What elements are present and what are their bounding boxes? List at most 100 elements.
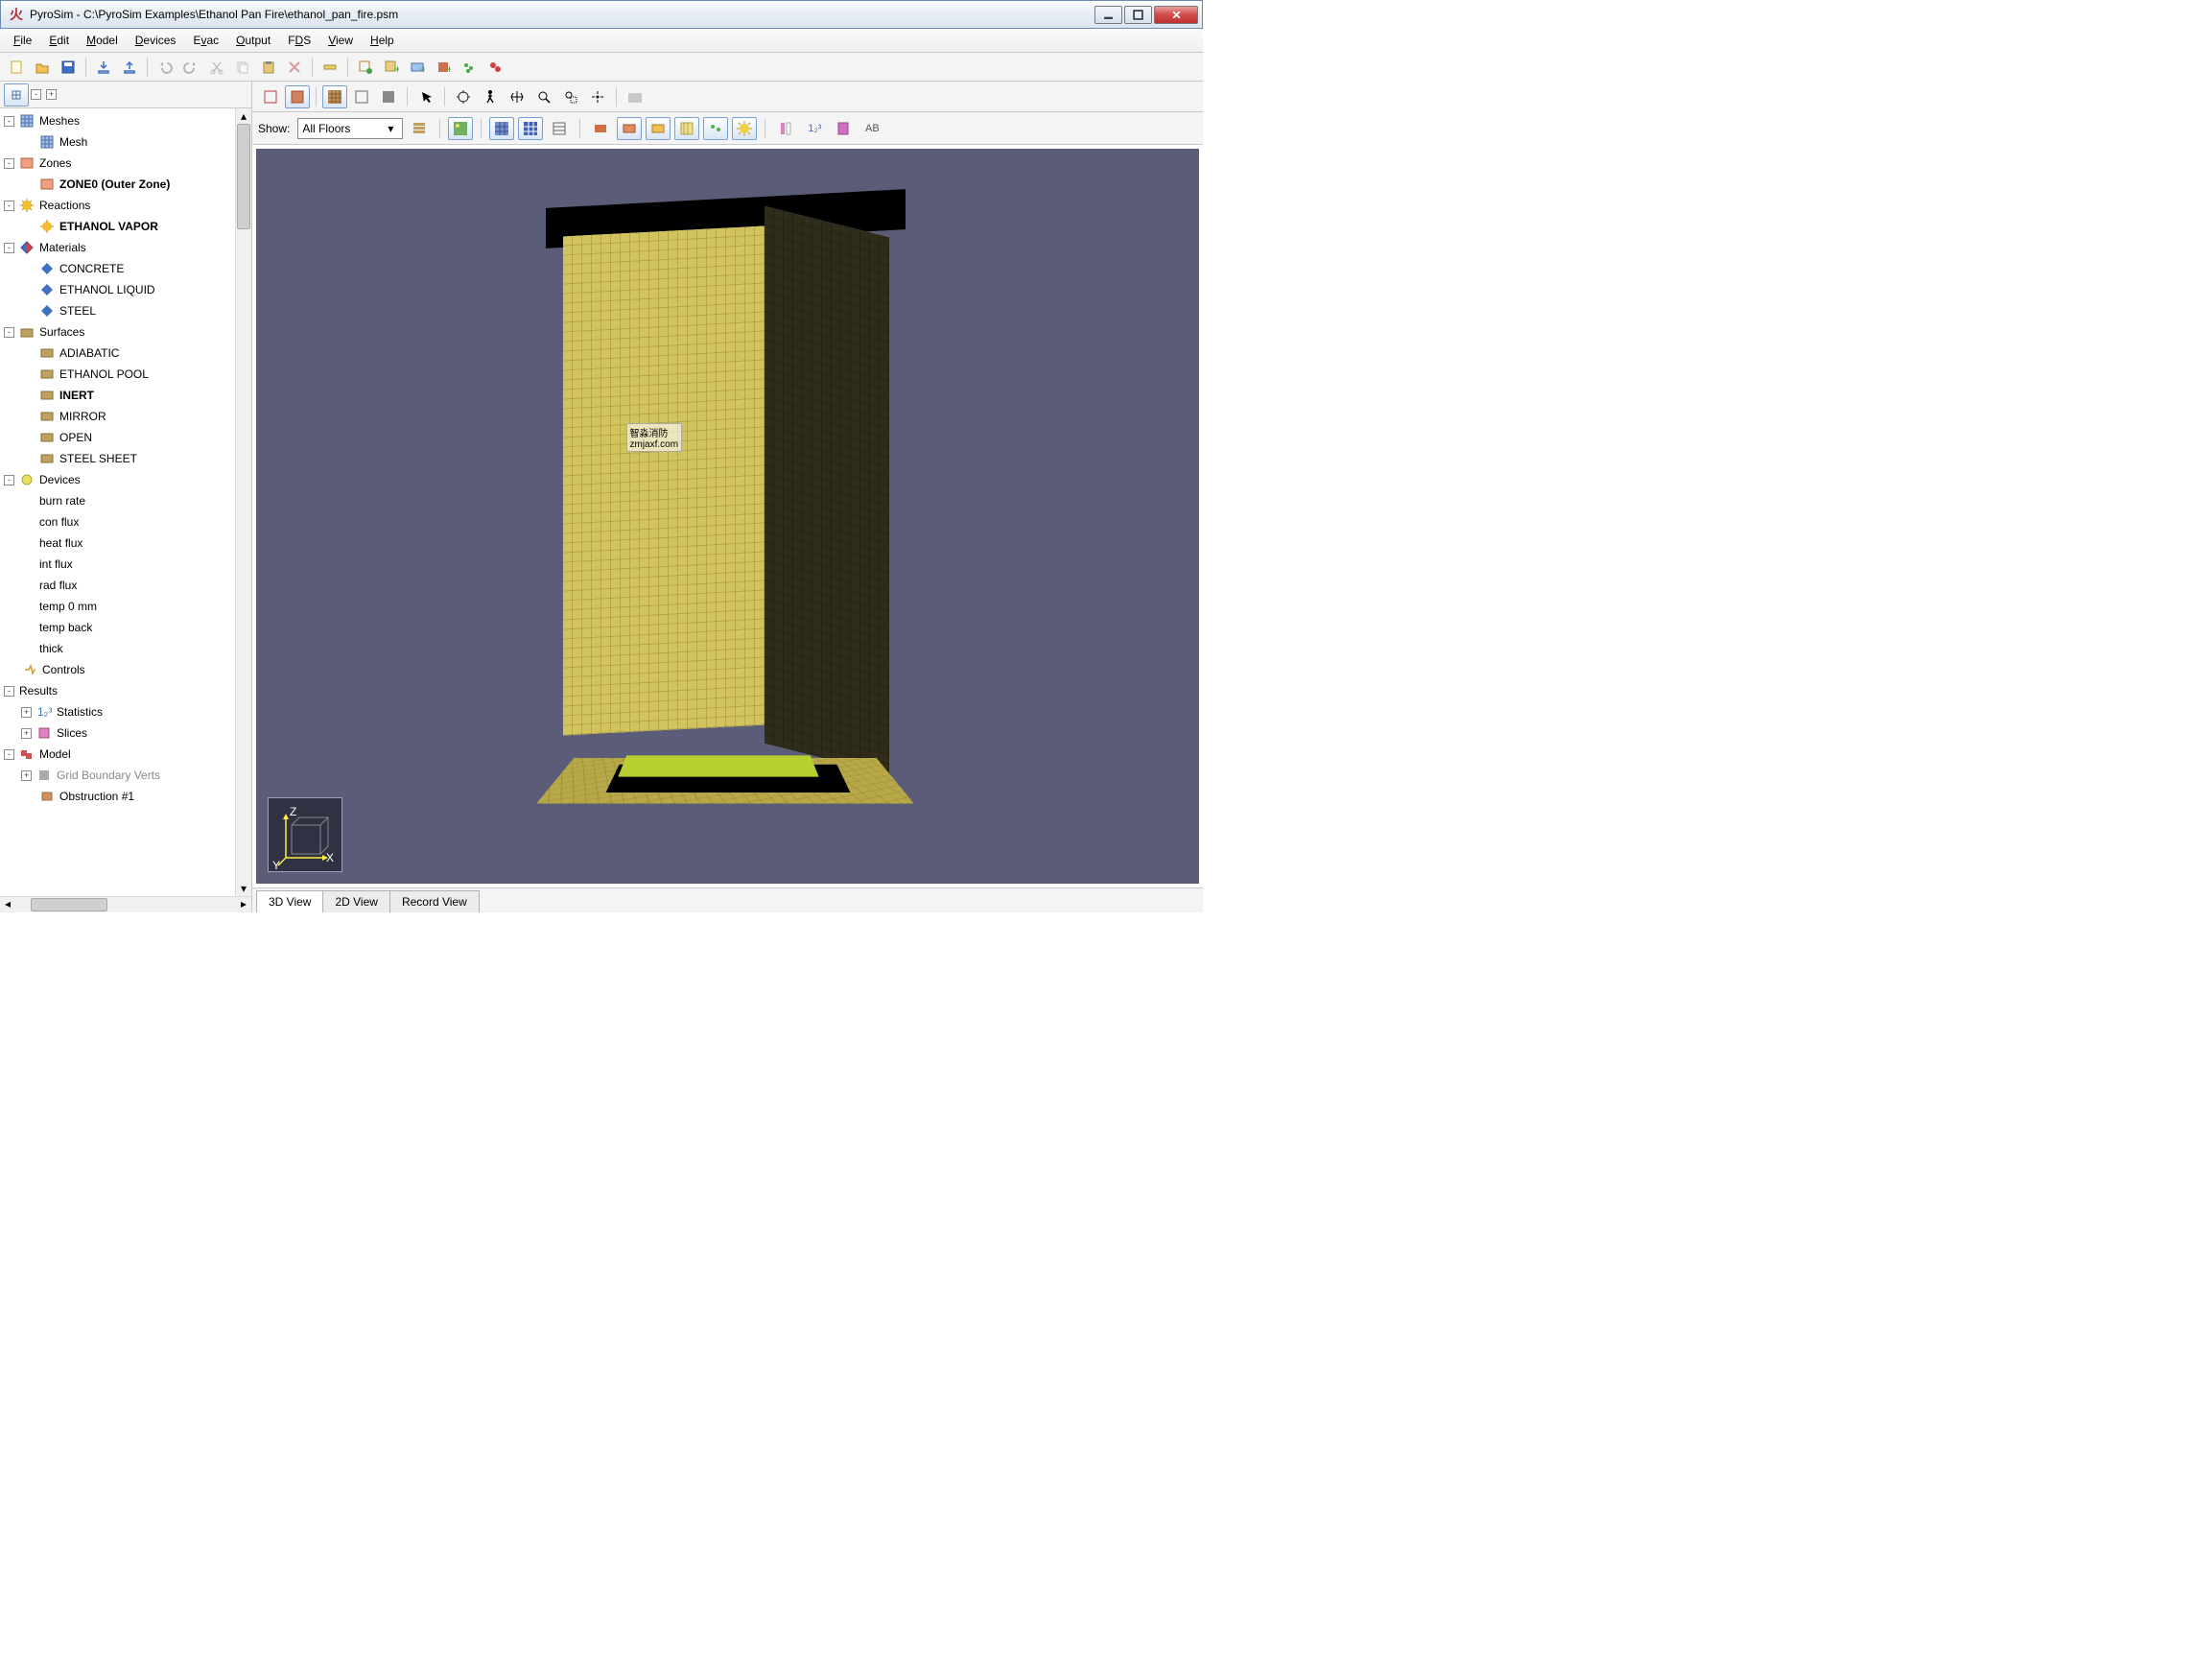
zoom-box-tool-button[interactable] bbox=[558, 85, 583, 108]
grid-toggle-button[interactable] bbox=[322, 85, 347, 108]
show-mesh-grid-button[interactable] bbox=[518, 117, 543, 140]
box-solid-button[interactable] bbox=[376, 85, 401, 108]
show-background-button[interactable] bbox=[448, 117, 473, 140]
close-button[interactable] bbox=[1154, 6, 1198, 24]
tree-label[interactable]: rad flux bbox=[39, 579, 77, 592]
tree-label[interactable]: Slices bbox=[57, 726, 87, 740]
show-labels-button[interactable]: 1₂³ bbox=[802, 117, 827, 140]
menu-help[interactable]: Help bbox=[363, 32, 402, 49]
define-floors-button[interactable] bbox=[407, 117, 432, 140]
import-button[interactable] bbox=[91, 56, 116, 79]
tree-label[interactable]: Model bbox=[39, 747, 71, 761]
tree-label[interactable]: Results bbox=[19, 684, 58, 698]
scroll-thumb[interactable] bbox=[237, 124, 250, 229]
expander-icon[interactable]: - bbox=[4, 686, 14, 697]
horizontal-scrollbar[interactable]: ◂ ▸ bbox=[0, 896, 251, 912]
tree-label[interactable]: Reactions bbox=[39, 199, 90, 212]
tree-label[interactable]: con flux bbox=[39, 515, 79, 529]
expander-icon[interactable]: - bbox=[4, 327, 14, 338]
expander-icon[interactable]: - bbox=[4, 749, 14, 760]
minimize-button[interactable] bbox=[1094, 6, 1122, 24]
menu-output[interactable]: Output bbox=[228, 32, 278, 49]
expander-icon[interactable]: + bbox=[21, 707, 32, 718]
show-meshes-button[interactable] bbox=[489, 117, 514, 140]
open-file-button[interactable] bbox=[30, 56, 55, 79]
new-mesh-button[interactable] bbox=[353, 56, 378, 79]
new-file-button[interactable] bbox=[4, 56, 29, 79]
tab-2d-view[interactable]: 2D View bbox=[322, 890, 389, 912]
navigator-tree[interactable]: -Meshes Mesh -Zones ZONE0 (Outer Zone) -… bbox=[0, 108, 235, 896]
measure-button[interactable] bbox=[318, 56, 342, 79]
new-particle-button[interactable] bbox=[457, 56, 482, 79]
tree-label[interactable]: thick bbox=[39, 642, 63, 655]
tab-3d-view[interactable]: 3D View bbox=[256, 890, 323, 912]
tree-label[interactable]: Meshes bbox=[39, 114, 80, 128]
tree-label[interactable]: heat flux bbox=[39, 536, 82, 550]
expander-icon[interactable]: - bbox=[4, 158, 14, 169]
redo-button[interactable] bbox=[178, 56, 203, 79]
expander-icon[interactable]: - bbox=[4, 243, 14, 253]
axis-widget[interactable]: Z X Y bbox=[268, 797, 342, 872]
menu-edit[interactable]: Edit bbox=[41, 32, 77, 49]
menu-devices[interactable]: Devices bbox=[128, 32, 184, 49]
expand-all-button[interactable]: + bbox=[46, 89, 57, 100]
show-effects-button[interactable] bbox=[732, 117, 757, 140]
tree-label[interactable]: ZONE0 (Outer Zone) bbox=[59, 177, 170, 191]
tree-label[interactable]: INERT bbox=[59, 389, 94, 402]
show-vents-button[interactable] bbox=[646, 117, 671, 140]
tree-label[interactable]: Grid Boundary Verts bbox=[57, 769, 160, 782]
tree-label[interactable]: int flux bbox=[39, 557, 73, 571]
tab-record-view[interactable]: Record View bbox=[389, 890, 480, 912]
new-zone-button[interactable]: + bbox=[379, 56, 404, 79]
delete-button[interactable] bbox=[282, 56, 307, 79]
show-devices-button[interactable] bbox=[703, 117, 728, 140]
menu-evac[interactable]: Evac bbox=[185, 32, 226, 49]
wireframe-mode-button[interactable] bbox=[258, 85, 283, 108]
tree-label[interactable]: STEEL bbox=[59, 304, 96, 318]
tree-label[interactable]: Obstruction #1 bbox=[59, 790, 134, 803]
tree-label[interactable]: Statistics bbox=[57, 705, 103, 719]
tree-label[interactable]: temp back bbox=[39, 621, 92, 634]
orbit-tool-button[interactable] bbox=[451, 85, 476, 108]
tree-label[interactable]: STEEL SHEET bbox=[59, 452, 137, 465]
tree-label[interactable]: temp 0 mm bbox=[39, 600, 97, 613]
show-mesh-outline-button[interactable] bbox=[547, 117, 572, 140]
expander-icon[interactable]: - bbox=[4, 475, 14, 485]
show-vents-outline-button[interactable] bbox=[674, 117, 699, 140]
zoom-tool-button[interactable] bbox=[531, 85, 556, 108]
pan-tool-button[interactable] bbox=[505, 85, 529, 108]
expander-icon[interactable]: + bbox=[21, 728, 32, 739]
cut-button[interactable] bbox=[204, 56, 229, 79]
scroll-up-button[interactable]: ▴ bbox=[236, 108, 251, 124]
expander-icon[interactable]: + bbox=[21, 770, 32, 781]
scroll-thumb-h[interactable] bbox=[31, 898, 107, 911]
menu-view[interactable]: View bbox=[320, 32, 361, 49]
new-surface-button[interactable]: + bbox=[405, 56, 430, 79]
tree-label[interactable]: Surfaces bbox=[39, 325, 84, 339]
menu-model[interactable]: Model bbox=[79, 32, 126, 49]
show-obstructions-button[interactable] bbox=[588, 117, 613, 140]
undo-button[interactable] bbox=[153, 56, 177, 79]
snapshot-button[interactable] bbox=[623, 85, 647, 108]
tree-label[interactable]: OPEN bbox=[59, 431, 92, 444]
show-slices-button[interactable] bbox=[773, 117, 798, 140]
new-reaction-button[interactable] bbox=[482, 56, 507, 79]
new-obstruction-button[interactable]: + bbox=[431, 56, 456, 79]
tree-label[interactable]: Zones bbox=[39, 156, 71, 170]
maximize-button[interactable] bbox=[1124, 6, 1152, 24]
tree-label[interactable]: Controls bbox=[42, 663, 85, 676]
save-button[interactable] bbox=[56, 56, 81, 79]
box-outline-button[interactable] bbox=[349, 85, 374, 108]
tree-label[interactable]: ETHANOL LIQUID bbox=[59, 283, 155, 296]
tree-label[interactable]: Devices bbox=[39, 473, 81, 486]
scroll-down-button[interactable]: ▾ bbox=[236, 881, 251, 896]
expander-icon[interactable]: - bbox=[4, 116, 14, 127]
export-button[interactable] bbox=[117, 56, 142, 79]
show-isosurfaces-button[interactable] bbox=[831, 117, 856, 140]
tree-label[interactable]: Materials bbox=[39, 241, 86, 254]
collapse-all-button[interactable]: - bbox=[31, 89, 41, 100]
vertical-scrollbar[interactable]: ▴ ▾ bbox=[235, 108, 251, 896]
tree-label[interactable]: ADIABATIC bbox=[59, 346, 119, 360]
show-text-button[interactable]: AB bbox=[859, 117, 884, 140]
3d-viewport[interactable]: 智淼消防 zmjaxf.com Z X Y bbox=[256, 149, 1199, 884]
